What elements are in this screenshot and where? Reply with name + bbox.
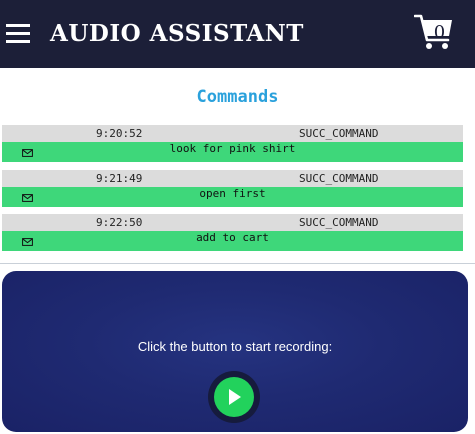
app-header: AUDIO ASSISTANT 0 [0,0,475,68]
command-body: add to cart [2,231,463,251]
app-title: AUDIO ASSISTANT [50,20,304,47]
play-button-ring [208,371,260,423]
command-time: 9:21:49 [96,172,143,185]
start-recording-button[interactable] [214,377,254,417]
command-status: SUCC_COMMAND [299,127,379,140]
recorder-panel: Click the button to start recording: [2,271,468,432]
command-time: 9:20:52 [96,127,143,140]
recording-prompt: Click the button to start recording: [137,339,333,354]
command-text: add to cart [196,231,269,244]
cart-button[interactable]: 0 [413,12,454,52]
command-text: look for pink shirt [169,142,296,155]
command-item: 9:20:52 SUCC_COMMAND look for pink shirt [2,125,463,162]
command-text: open first [199,187,266,200]
command-time: 9:22:50 [96,216,143,229]
section-divider [0,263,475,264]
command-body: open first [2,187,463,207]
cart-count-badge: 0 [433,22,446,43]
command-meta: 9:22:50 SUCC_COMMAND [2,214,463,231]
command-status: SUCC_COMMAND [299,172,379,185]
command-item: 9:22:50 SUCC_COMMAND add to cart [2,214,463,251]
hamburger-icon[interactable] [6,24,30,44]
command-body: look for pink shirt [2,142,463,162]
command-meta: 9:21:49 SUCC_COMMAND [2,170,463,187]
command-meta: 9:20:52 SUCC_COMMAND [2,125,463,142]
command-status: SUCC_COMMAND [299,216,379,229]
command-item: 9:21:49 SUCC_COMMAND open first [2,170,463,207]
commands-title: Commands [196,87,279,107]
play-icon [229,389,241,405]
